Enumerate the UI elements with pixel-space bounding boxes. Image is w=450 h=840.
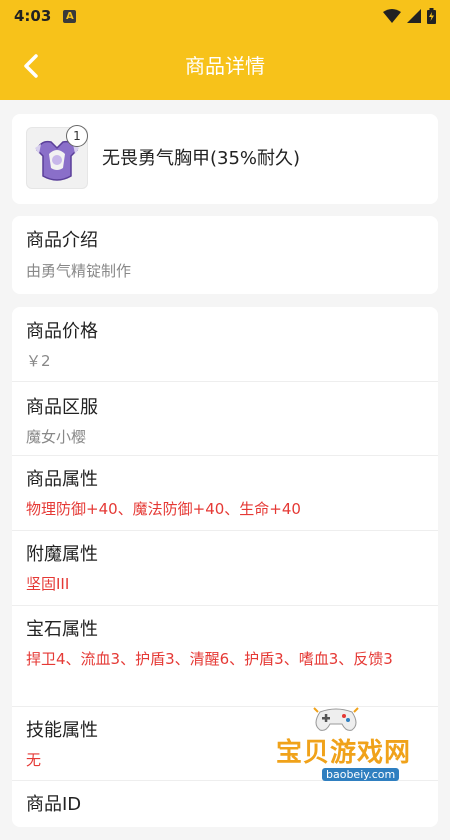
wifi-icon <box>383 9 401 23</box>
detail-value: 物理防御+40、魔法防御+40、生命+40 <box>26 500 301 518</box>
detail-label: 商品区服 <box>26 397 98 418</box>
detail-label: 商品价格 <box>26 321 98 342</box>
detail-label: 附魔属性 <box>26 544 98 565</box>
detail-label: 商品属性 <box>26 469 98 490</box>
detail-row-enchant: 附魔属性 坚固III <box>12 530 438 606</box>
detail-value: 坚固III <box>26 575 70 593</box>
detail-label: 宝石属性 <box>26 619 98 640</box>
detail-label: 商品ID <box>26 794 82 815</box>
detail-row-server: 商品区服 魔女小樱 <box>12 381 438 456</box>
intro-label: 商品介绍 <box>26 230 98 251</box>
detail-row-price: 商品价格 ￥2 <box>12 307 438 382</box>
status-time: 4:03 <box>14 7 52 25</box>
intro-card: 商品介绍 由勇气精锭制作 <box>12 216 438 294</box>
detail-row-attributes: 商品属性 物理防御+40、魔法防御+40、生命+40 <box>12 455 438 531</box>
navbar: 商品详情 <box>0 32 450 100</box>
intro-value: 由勇气精锭制作 <box>26 262 132 280</box>
watermark-text: 宝贝游戏网 <box>276 738 412 768</box>
status-bar: 4:03 A <box>0 0 450 32</box>
watermark-url: baobeiy.com <box>322 768 400 781</box>
quantity-badge: 1 <box>66 125 88 147</box>
detail-label: 技能属性 <box>26 720 98 741</box>
notification-icon: A <box>63 9 77 23</box>
detail-value: ￥2 <box>26 352 51 370</box>
gamepad-icon <box>313 707 359 731</box>
product-name: 无畏勇气胸甲(35%耐久) <box>102 148 301 169</box>
battery-icon <box>427 8 436 24</box>
page-title: 商品详情 <box>185 54 265 78</box>
signal-icon <box>407 9 421 23</box>
detail-value: 魔女小樱 <box>26 428 87 446</box>
detail-row-gems: 宝石属性 捍卫4、流血3、护盾3、清醒6、护盾3、嗜血3、反馈3 <box>12 605 438 707</box>
system-icons <box>383 8 436 24</box>
watermark-logo: 宝贝游戏网 baobeiy.com <box>270 700 430 790</box>
detail-value: 捍卫4、流血3、护盾3、清醒6、护盾3、嗜血3、反馈3 <box>26 650 393 668</box>
